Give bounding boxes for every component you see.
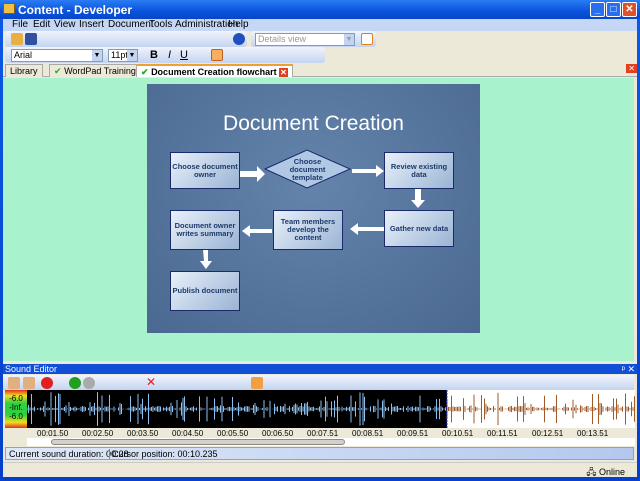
add-sound-icon[interactable]	[8, 377, 20, 389]
timeline-tick: 00:07.51	[307, 429, 339, 438]
sound-status: Current sound duration: 00:28 Cursor pos…	[5, 447, 634, 460]
insert-sound-icon[interactable]	[23, 377, 35, 389]
timeline-tick: 00:10.51	[442, 429, 474, 438]
status-bar: 🖧 Online	[3, 462, 637, 477]
timeline-tick: 00:05.50	[217, 429, 249, 438]
timeline-tick: 00:11.51	[487, 429, 518, 438]
close-panel-icon[interactable]: ✕	[627, 364, 635, 375]
timeline-tick: 00:08.51	[352, 429, 384, 438]
open-icon[interactable]	[11, 33, 23, 45]
tab-label: WordPad Training	[64, 66, 136, 76]
timeline-tick: 00:13.51	[577, 429, 609, 438]
cursor-position-text: Cursor position: 00:10.235	[109, 449, 218, 459]
check-icon: ✔	[54, 66, 62, 76]
node-choose-template: Choose document template	[289, 157, 326, 182]
view-toolbar: Details view ▼	[251, 31, 376, 47]
help-icon[interactable]	[233, 33, 245, 45]
timeline-tick: 00:12.51	[532, 429, 564, 438]
node-owner-summary: Document owner writes summary	[170, 210, 240, 250]
chevron-down-icon: ▼	[344, 34, 354, 45]
underline-button[interactable]: U	[180, 49, 188, 61]
timeline-tick: 00:09.51	[397, 429, 429, 438]
level-meter: -6.0 -Inf. -6.0	[5, 390, 27, 428]
timeline-tick: 00:02.50	[82, 429, 114, 438]
chevron-down-icon: ▼	[92, 50, 102, 61]
panel-title: Sound Editor	[5, 364, 58, 374]
tab-document-creation-flowchart[interactable]: ✔ Document Creation flowchart ✕	[136, 64, 293, 77]
minimize-button[interactable]: _	[590, 2, 605, 17]
app-icon	[3, 3, 15, 14]
tab-label: Document Creation flowchart	[151, 67, 277, 77]
online-status: 🖧 Online	[586, 465, 625, 481]
waveform[interactable]	[27, 390, 635, 428]
sound-editor-title: Sound Editor ᵖ ✕	[3, 364, 637, 374]
meter-label: -6.0	[9, 394, 23, 403]
node-gather-data: Gather new data	[384, 210, 454, 247]
node-publish: Publish document	[170, 271, 240, 311]
view-select[interactable]: Details view ▼	[255, 33, 355, 46]
menu-view[interactable]: View	[54, 19, 76, 30]
save-icon[interactable]	[25, 33, 37, 45]
timeline-tick: 00:06.50	[262, 429, 294, 438]
play-icon[interactable]	[69, 377, 81, 389]
app-window: Content - Developer _ □ ✕ File Edit View…	[0, 0, 640, 480]
italic-button[interactable]: I	[168, 49, 171, 61]
node-choose-owner: Choose document owner	[170, 152, 240, 189]
menu-help[interactable]: Help	[228, 19, 249, 30]
waveform-scrollbar[interactable]	[27, 438, 635, 446]
tab-label: Library	[10, 66, 38, 76]
meter-label: -Inf.	[9, 403, 23, 412]
online-label: Online	[598, 467, 625, 477]
menu-edit[interactable]: Edit	[33, 19, 50, 30]
spectrum-icon[interactable]	[251, 377, 263, 389]
menu-bar: File Edit View Insert Document Tools Adm…	[3, 19, 637, 31]
scroll-thumb[interactable]	[51, 439, 345, 445]
chevron-down-icon: ▼	[127, 50, 137, 61]
font-select[interactable]: Arial ▼	[11, 49, 103, 62]
delete-icon[interactable]: ✕	[146, 375, 158, 389]
font-value: Arial	[14, 50, 33, 60]
maximize-button[interactable]: □	[606, 2, 621, 17]
flowchart-slide: Document Creation Choose document owner …	[147, 84, 480, 333]
stop-icon[interactable]	[83, 377, 95, 389]
align-center-icon[interactable]	[211, 49, 223, 61]
size-value: 11pt	[111, 50, 128, 60]
close-tab-icon[interactable]: ✕	[279, 68, 288, 77]
timeline-tick: 00:01.50	[37, 429, 69, 438]
bold-button[interactable]: B	[150, 49, 158, 61]
standard-toolbar	[5, 31, 247, 47]
document-view: Document Creation Choose document owner …	[3, 78, 634, 361]
tab-library[interactable]: Library	[5, 64, 43, 77]
menu-file[interactable]: File	[12, 19, 28, 30]
menu-document[interactable]: Document	[108, 19, 154, 30]
tab-wordpad-training[interactable]: ✔ WordPad Training	[49, 64, 141, 77]
network-icon: 🖧	[586, 467, 597, 477]
sound-toolbar: ✕	[3, 375, 634, 390]
window-title: Content - Developer	[18, 3, 133, 17]
document-tabs: Library ✔ WordPad Training ✔ Document Cr…	[3, 63, 637, 77]
node-review-data: Review existing data	[384, 152, 454, 189]
timeline-tick: 00:03.50	[127, 429, 159, 438]
meter-label: -6.0	[9, 412, 23, 421]
close-button[interactable]: ✕	[622, 2, 637, 17]
client-area: File Edit View Insert Document Tools Adm…	[3, 19, 637, 477]
size-select[interactable]: 11pt ▼	[108, 49, 138, 62]
pin-icon[interactable]: ᵖ	[622, 364, 625, 374]
menu-insert[interactable]: Insert	[79, 19, 104, 30]
record-icon[interactable]	[41, 377, 53, 389]
timeline-ruler: 00:01.50 00:02.50 00:03.50 00:04.50 00:05.50…	[27, 428, 635, 438]
title-bar: Content - Developer _ □ ✕	[0, 0, 640, 19]
close-document-icon[interactable]: ✕	[626, 64, 637, 73]
check-icon: ✔	[141, 67, 149, 77]
menu-tools[interactable]: Tools	[149, 19, 172, 30]
details-view-icon[interactable]	[361, 33, 373, 45]
view-select-value: Details view	[258, 34, 307, 44]
timeline-tick: 00:04.50	[172, 429, 204, 438]
format-toolbar: Arial ▼ 11pt ▼ B I U	[5, 47, 325, 63]
node-team-develop: Team members develop the content	[273, 210, 343, 250]
